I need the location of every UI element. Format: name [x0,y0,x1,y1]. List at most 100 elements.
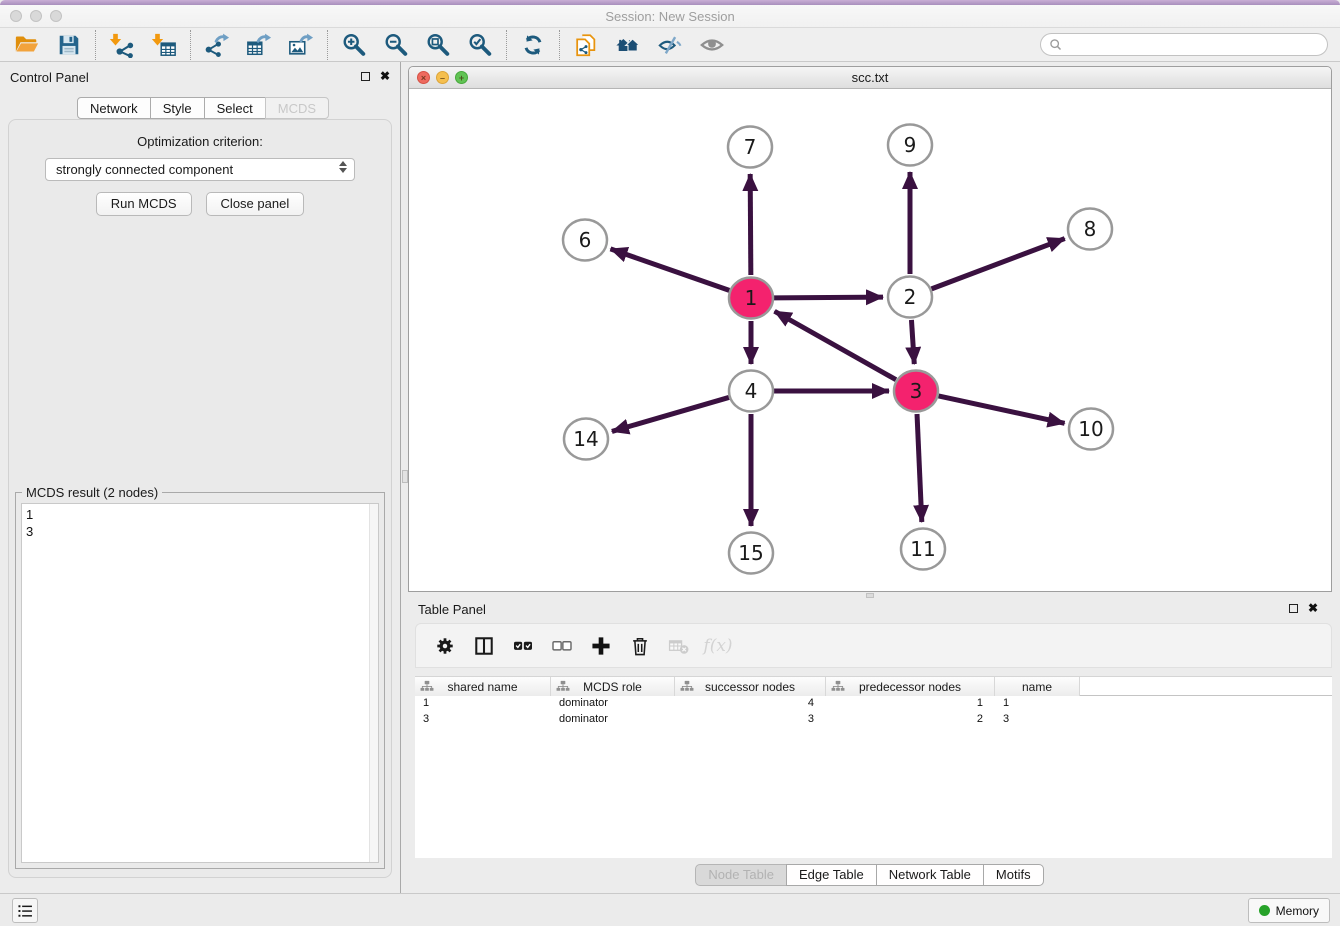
graph-edge-3-10[interactable] [938,396,1064,423]
toolbar-separator [559,30,560,60]
graph-node-7[interactable]: 7 [728,127,772,168]
run-mcds-button[interactable]: Run MCDS [96,192,192,216]
column-header-name[interactable]: name [995,677,1080,696]
delete-selected-button[interactable] [625,631,655,661]
result-scrollbar[interactable] [369,504,378,862]
cell-shared-name[interactable]: 1 [415,696,551,712]
save-session-button[interactable] [50,30,88,60]
graph-edge-1-2[interactable] [774,297,883,298]
criterion-select[interactable]: strongly connected component [45,158,355,181]
graph-edge-1-7[interactable] [750,174,751,275]
import-table-icon [151,32,177,58]
apply-layout-button[interactable] [514,30,552,60]
graph-edge-4-14[interactable] [612,397,729,431]
memory-label: Memory [1276,904,1319,918]
graph-node-9[interactable]: 9 [888,125,932,166]
vertical-splitter[interactable] [400,62,408,893]
select-all-button[interactable] [508,631,538,661]
attribute-tree-icon [556,680,570,692]
network-canvas[interactable]: 1 2 3 4 6 7 8 9 10 11 14 15 [409,89,1331,591]
import-network-button[interactable] [103,30,141,60]
tab-select[interactable]: Select [204,97,266,119]
graph-edge-3-1[interactable] [775,311,896,379]
graph-node-14[interactable]: 14 [564,419,608,460]
column-header-predecessor-nodes[interactable]: predecessor nodes [826,677,995,696]
zoom-out-button[interactable] [377,30,415,60]
show-all-button[interactable] [693,30,731,60]
zoom-fit-button[interactable] [419,30,457,60]
optimization-criterion-label: Optimization criterion: [9,134,391,149]
close-table-panel-icon[interactable]: ✖ [1308,603,1318,613]
tab-network-table[interactable]: Network Table [876,864,984,886]
cell-shared-name[interactable]: 3 [415,712,551,728]
show-columns-button[interactable] [469,631,499,661]
mcds-result-list[interactable]: 13 [21,503,379,863]
search-input[interactable] [1063,38,1327,52]
first-neighbors-button[interactable] [609,30,647,60]
graph-edge-2-3[interactable] [911,320,914,364]
cell-successor-nodes[interactable]: 3 [675,712,826,728]
tab-edge-table[interactable]: Edge Table [786,864,877,886]
import-table-button[interactable] [145,30,183,60]
table-tabs: Node TableEdge TableNetwork TableMotifs [408,864,1332,886]
cell-name[interactable]: 3 [995,712,1080,728]
table-options-button[interactable] [430,631,460,661]
float-panel-icon[interactable] [361,72,370,81]
tab-mcds[interactable]: MCDS [265,97,329,119]
network-window-titlebar[interactable]: × – + scc.txt [409,67,1331,89]
tab-network[interactable]: Network [77,97,151,119]
table-row[interactable]: 3dominator323 [415,712,1332,728]
graph-edge-2-8[interactable] [932,239,1065,289]
svg-text:4: 4 [745,379,758,403]
column-header-MCDS-role[interactable]: MCDS role [551,677,675,696]
graph-node-8[interactable]: 8 [1068,209,1112,250]
graph-node-2[interactable]: 2 [888,277,932,318]
open-session-button[interactable] [8,30,46,60]
export-network-icon [204,32,230,58]
cell-predecessor-nodes[interactable]: 1 [826,696,995,712]
graph-node-10[interactable]: 10 [1069,409,1113,450]
column-header-shared-name[interactable]: shared name [415,677,551,696]
mcds-result-title: MCDS result (2 nodes) [22,485,162,500]
cell-name[interactable]: 1 [995,696,1080,712]
cell-MCDS-role[interactable]: dominator [551,712,675,728]
search-field[interactable] [1040,33,1328,56]
tab-motifs[interactable]: Motifs [983,864,1044,886]
graph-node-15[interactable]: 15 [729,533,773,574]
column-header-successor-nodes[interactable]: successor nodes [675,677,826,696]
close-panel-button[interactable]: Close panel [206,192,305,216]
close-panel-icon[interactable]: ✖ [380,71,390,81]
svg-text:2: 2 [904,285,917,309]
tab-style[interactable]: Style [150,97,205,119]
graph-node-3[interactable]: 3 [894,371,938,412]
mcds-tab-content: Optimization criterion: strongly connect… [8,119,392,878]
graph-edge-1-6[interactable] [610,249,729,291]
fx-icon: f(x) [703,636,732,656]
export-network-button[interactable] [198,30,236,60]
memory-button[interactable]: Memory [1248,898,1330,923]
graph-node-6[interactable]: 6 [563,220,607,261]
deselect-all-button[interactable] [547,631,577,661]
float-table-panel-icon[interactable] [1289,604,1298,613]
tab-node-table[interactable]: Node Table [695,864,787,886]
clone-network-button[interactable] [567,30,605,60]
network-window-title: scc.txt [409,70,1331,85]
export-image-button[interactable] [282,30,320,60]
table-row[interactable]: 1dominator411 [415,696,1332,712]
graph-edge-3-11[interactable] [917,414,922,522]
cell-predecessor-nodes[interactable]: 2 [826,712,995,728]
graph-node-11[interactable]: 11 [901,529,945,570]
zoom-in-button[interactable] [335,30,373,60]
cell-successor-nodes[interactable]: 4 [675,696,826,712]
graph-node-4[interactable]: 4 [729,371,773,412]
zoom-selected-button[interactable] [461,30,499,60]
export-table-button[interactable] [240,30,278,60]
hide-selected-button[interactable] [651,30,689,60]
cell-MCDS-role[interactable]: dominator [551,696,675,712]
main-toolbar [0,28,1340,62]
node-table-body: 1dominator4113dominator323 [415,696,1332,728]
task-history-button[interactable] [12,898,38,923]
toolbar-separator [506,30,507,60]
graph-node-1[interactable]: 1 [729,278,773,319]
add-function-button[interactable] [586,631,616,661]
